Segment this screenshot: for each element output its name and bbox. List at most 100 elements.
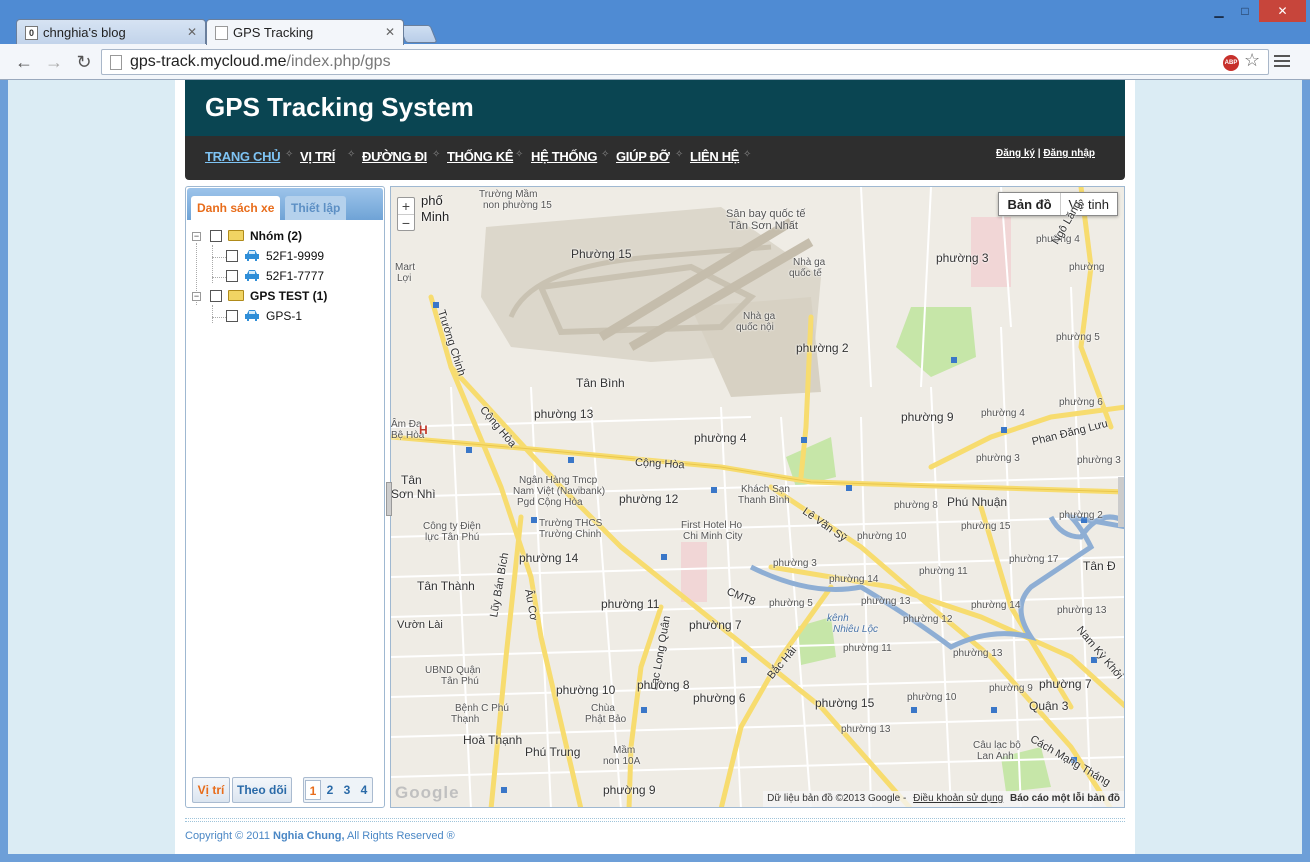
tree-vehicle[interactable]: 52F1-7777 [192, 269, 382, 287]
back-icon[interactable]: ← [12, 50, 36, 74]
window-close-icon[interactable]: ✕ [1259, 0, 1306, 22]
page-icon [110, 55, 122, 70]
tree-group-gps-test[interactable]: − GPS TEST (1) [192, 289, 382, 307]
bookmark-star-icon[interactable]: ☆ [1244, 50, 1260, 71]
map-label: phường 3 [1077, 455, 1121, 466]
map-label: phường 9 [989, 683, 1033, 694]
map-label: Thạnh [451, 714, 480, 725]
vehicle-checkbox[interactable] [226, 250, 238, 262]
group-label: Nhóm (2) [250, 229, 302, 243]
terms-link[interactable]: Điều khoản sử dụng [913, 793, 1003, 804]
blog-icon: 0 [25, 26, 38, 40]
nav-separator: ✧ [601, 149, 610, 160]
page-3-button[interactable]: 3 [339, 780, 355, 800]
folder-icon [228, 230, 244, 241]
map-label: Hoà Thạnh [463, 733, 523, 747]
vehicle-checkbox[interactable] [226, 310, 238, 322]
folder-icon [228, 290, 244, 301]
map-label: Lợi [397, 273, 412, 284]
site-title: GPS Tracking System [205, 92, 474, 122]
map-label: Tân Phú [441, 676, 479, 687]
group-checkbox[interactable] [210, 230, 222, 242]
tab-gps-tracking[interactable]: GPS Tracking ✕ [206, 19, 404, 45]
map-scroll-handle[interactable] [1118, 477, 1124, 527]
page-4-button[interactable]: 4 [356, 780, 372, 800]
tab-blog[interactable]: 0 chnghia's blog ✕ [16, 19, 206, 45]
map-label: phường 12 [619, 492, 679, 506]
map-label: First Hotel Ho [681, 520, 743, 531]
tree-vehicle[interactable]: GPS-1 [192, 309, 382, 327]
map-label: phường 11 [919, 566, 968, 577]
login-link[interactable]: Đăng nhập [1043, 148, 1095, 159]
tab-vehicle-list[interactable]: Danh sách xe [191, 196, 281, 220]
nav-trang-chu[interactable]: TRANG CHỦ [205, 149, 281, 164]
register-link[interactable]: Đăng ký [996, 148, 1035, 159]
tree-group-nhom[interactable]: − Nhóm (2) [192, 229, 382, 247]
footer-author[interactable]: Nghia Chung, [273, 830, 345, 842]
map-label: phường 7 [1039, 677, 1092, 691]
car-icon [245, 310, 259, 321]
nav-vi-tri[interactable]: VỊ TRÍ [300, 149, 335, 164]
map-label: phường 13 [1057, 605, 1107, 616]
map-label: Mầm [613, 745, 636, 756]
zoom-out-button[interactable]: − [398, 214, 414, 231]
map-label: Ngân Hàng Tmcp [519, 475, 598, 486]
map-label: Tân Đ [1083, 559, 1116, 573]
map-label: Mart [395, 262, 415, 273]
map-label: phường 4 [694, 431, 747, 445]
map-type-map-button[interactable]: Bản đồ [999, 193, 1061, 215]
reload-icon[interactable]: ↻ [72, 50, 96, 74]
nav-he-thong[interactable]: HỆ THỐNG [531, 149, 598, 164]
map-label: phường 13 [953, 648, 1003, 659]
panel-collapse-handle[interactable] [386, 482, 392, 516]
map-label: phường 5 [1056, 332, 1100, 343]
nav-giup-do[interactable]: GIÚP ĐỠ [616, 149, 670, 164]
close-icon[interactable]: ✕ [385, 25, 395, 39]
adblock-icon[interactable]: ABP [1223, 55, 1239, 71]
map-label: Tân Bình [576, 376, 625, 390]
map-label: Trường THCS [539, 518, 603, 529]
tab-settings[interactable]: Thiết lập [285, 196, 347, 220]
map-attribution: Dữ liệu bản đồ ©2013 Google - Điều khoản… [763, 791, 1124, 807]
url-path: /index.php/gps [286, 53, 391, 70]
page-2-button[interactable]: 2 [322, 780, 338, 800]
map-canvas[interactable]: + − Bản đồ Vệ tinh phố Minh Trường Mầm no… [390, 186, 1125, 808]
footer-divider [185, 818, 1125, 822]
close-icon[interactable]: ✕ [187, 25, 197, 39]
maximize-icon[interactable]: □ [1232, 0, 1258, 22]
map-label: phường 10 [907, 692, 957, 703]
zoom-in-button[interactable]: + [398, 198, 414, 214]
position-button[interactable]: Vị trí [192, 777, 230, 803]
map-label: Minh [421, 209, 450, 224]
map-label: phường 14 [519, 551, 579, 565]
report-link[interactable]: Báo cáo một lỗi bản đồ [1010, 793, 1120, 804]
nav-duong-di[interactable]: ĐƯỜNG ĐI [362, 149, 427, 164]
nav-separator: ✧ [285, 149, 294, 160]
map-label: phường 12 [903, 614, 953, 625]
nav-lien-he[interactable]: LIÊN HỆ [690, 149, 739, 164]
collapse-icon[interactable]: − [192, 232, 201, 241]
map-label: Phú Nhuận [947, 495, 1008, 509]
map-label: Trường Chinh [539, 529, 602, 540]
map-label: Quận 3 [1029, 699, 1069, 713]
map-label: phường 14 [971, 600, 1021, 611]
nav-thong-ke[interactable]: THỐNG KÊ [447, 149, 514, 164]
forward-icon[interactable]: → [42, 50, 66, 74]
map-label: Nhà ga [743, 311, 776, 322]
map-label: Phường 15 [571, 247, 632, 261]
panel-footer: Vị trí Theo dõi 1 2 3 4 [190, 775, 380, 805]
track-button[interactable]: Theo dõi [232, 777, 292, 803]
minimize-icon[interactable]: ▁ [1206, 0, 1232, 22]
address-bar[interactable]: gps-track.mycloud.me/index.php/gps [101, 49, 1269, 75]
vehicle-checkbox[interactable] [226, 270, 238, 282]
menu-icon[interactable] [1274, 52, 1290, 70]
map-label: phường 15 [815, 696, 875, 710]
group-checkbox[interactable] [210, 290, 222, 302]
collapse-icon[interactable]: − [192, 292, 201, 301]
map-label: non phường 15 [483, 200, 552, 211]
map-label: lực Tân Phú [425, 532, 480, 543]
new-tab-button[interactable] [398, 25, 438, 43]
map-label: Phú Trung [525, 745, 581, 759]
page-1-button[interactable]: 1 [305, 780, 321, 800]
tree-vehicle[interactable]: 52F1-9999 [192, 249, 382, 267]
